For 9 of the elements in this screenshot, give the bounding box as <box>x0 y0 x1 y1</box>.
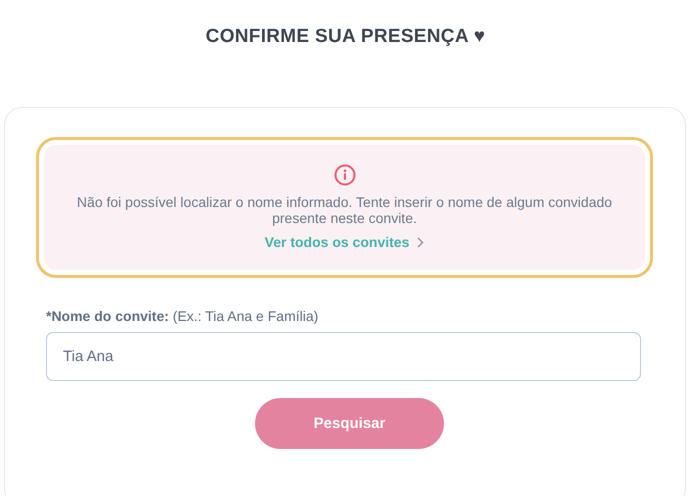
field-hint: (Ex.: Tia Ana e Família) <box>172 308 318 324</box>
search-button[interactable]: Pesquisar <box>255 398 444 449</box>
name-input-field[interactable]: Tia Ana <box>46 332 641 381</box>
view-invites-link[interactable]: Ver todos os convites <box>264 234 424 250</box>
info-icon <box>334 164 356 186</box>
chevron-right-icon <box>417 236 424 248</box>
field-label: *Nome do convite: <box>46 308 169 324</box>
page-title: CONFIRME SUA PRESENÇA ♥ <box>204 26 486 49</box>
error-message: Não foi possível localizar o nome informado. Tente inserir o nome de algum convidado presente neste convite. <box>76 194 614 226</box>
